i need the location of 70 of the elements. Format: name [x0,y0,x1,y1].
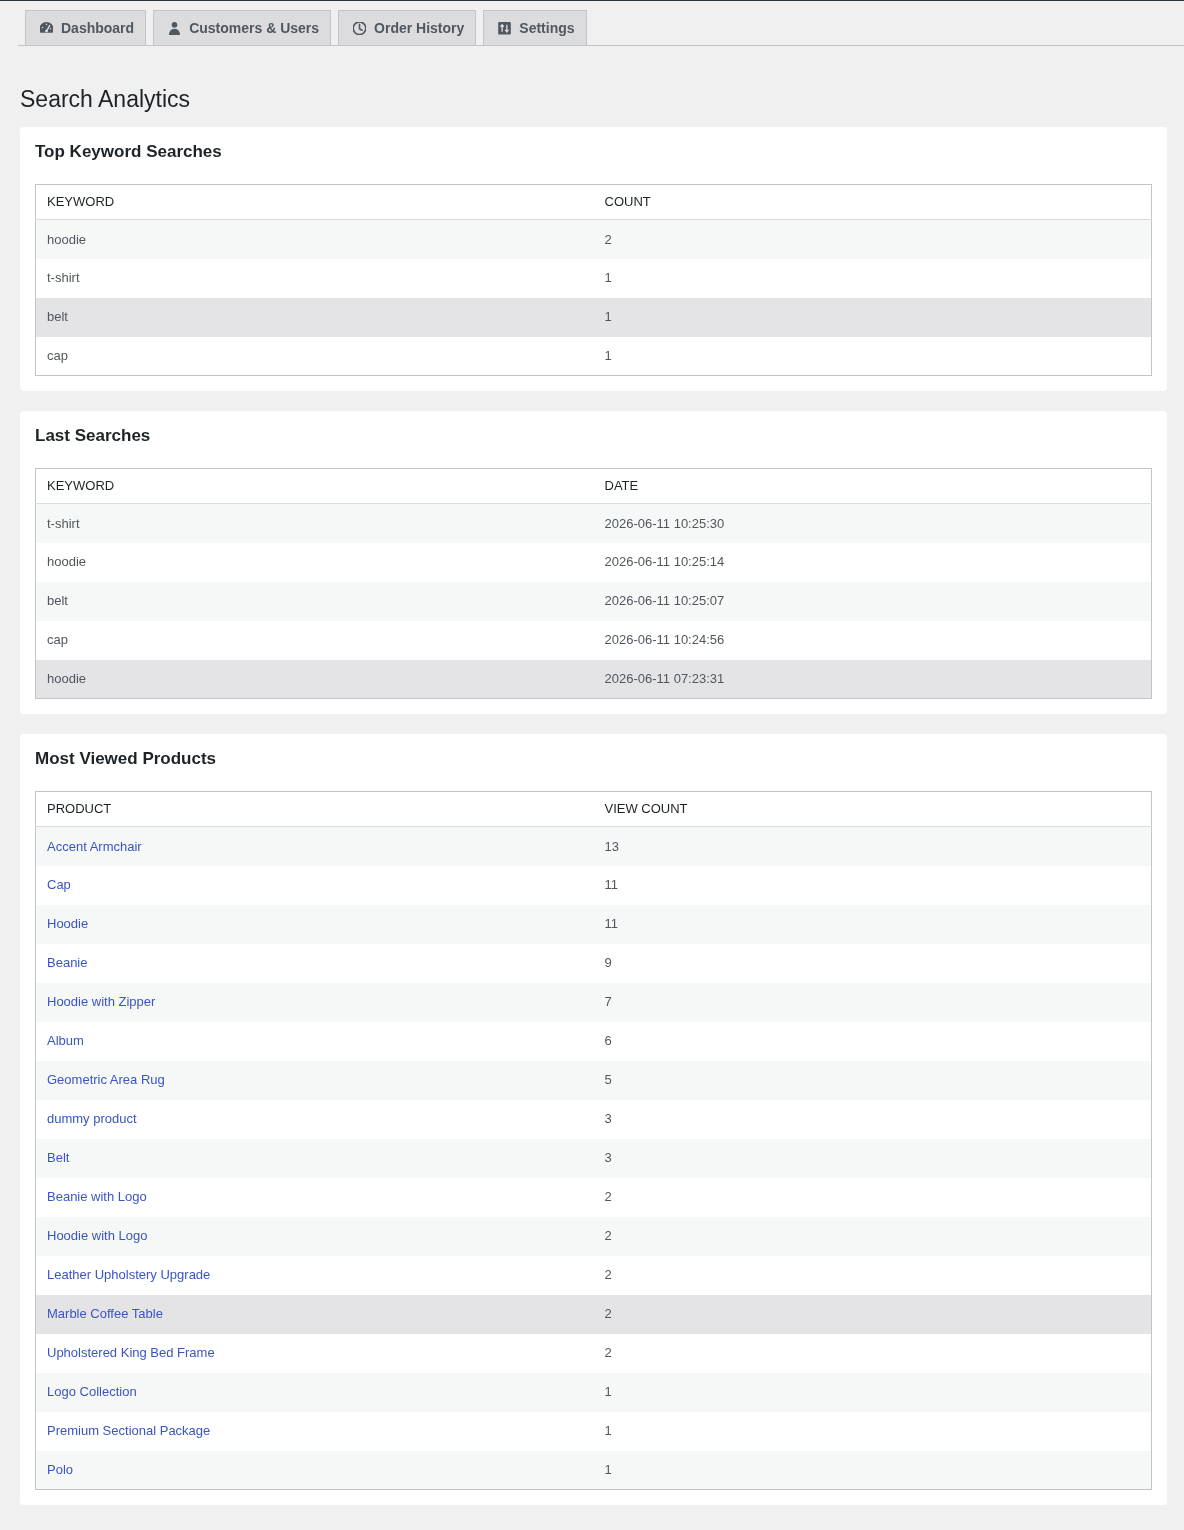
product-link[interactable]: Leather Upholstery Upgrade [47,1267,211,1283]
table-cell: 6 [593,1021,1152,1061]
product-link[interactable]: dummy product [47,1111,137,1127]
table-cell: 2026-06-11 10:24:56 [593,620,1152,660]
tab[interactable]: Customers & Users [153,10,332,45]
column-header: KEYWORD [35,184,594,220]
sliders-icon [498,21,512,35]
tab[interactable]: Order History [338,10,477,45]
product-link[interactable]: Marble Coffee Table [47,1306,163,1322]
column-header: DATE [593,468,1152,504]
product-link[interactable]: Beanie with Logo [47,1189,147,1205]
table-cell: 2026-06-11 10:25:14 [593,542,1152,582]
table-cell: 2 [593,1216,1152,1256]
table-cell: belt [35,581,594,621]
table-cell: 2026-06-11 07:23:31 [593,659,1152,699]
table-cell: 13 [593,826,1152,866]
table-cell: 2 [593,1255,1152,1295]
table-cell: 2026-06-11 10:25:30 [593,503,1152,543]
table-cell: 2 [593,1333,1152,1373]
table-cell: 1 [593,1372,1152,1412]
table-cell: 2 [593,219,1152,259]
product-link[interactable]: Beanie [47,955,88,971]
product-link[interactable]: Polo [47,1462,74,1477]
table-cell: belt [35,297,594,337]
product-link[interactable]: Premium Sectional Package [47,1423,211,1439]
table-cell: cap [35,620,594,660]
product-link[interactable]: Hoodie with Logo [47,1228,148,1244]
product-link[interactable]: Hoodie [47,916,89,932]
product-link[interactable]: Album [47,1033,84,1049]
table-cell: 9 [593,943,1152,983]
product-link[interactable]: Belt [47,1150,70,1166]
table-cell: hoodie [35,542,594,582]
table-cell: t-shirt [35,258,594,298]
tab[interactable]: Settings [483,10,587,45]
column-header: VIEW COUNT [593,791,1152,827]
table-cell: 11 [593,904,1152,944]
table-cell: 11 [593,865,1152,905]
product-link[interactable]: Logo Collection [47,1384,137,1400]
table-cell: 1 [593,297,1152,337]
column-header: COUNT [593,184,1152,220]
table-cell: 3 [593,1099,1152,1139]
person-icon [168,21,182,35]
table-cell: 1 [593,1411,1152,1451]
gauge-icon [40,21,53,35]
table-cell: 2026-06-11 10:25:07 [593,581,1152,621]
table-cell: hoodie [35,219,594,259]
product-link[interactable]: Cap [47,877,71,893]
table-cell: 2 [593,1294,1152,1334]
table-cell: t-shirt [35,503,594,543]
table-cell: 3 [593,1138,1152,1178]
table-cell: 1 [593,258,1152,298]
table-cell: 2 [593,1177,1152,1217]
clock-icon [353,21,367,35]
product-link[interactable]: Accent Armchair [47,838,142,854]
page-title: Search Analytics [20,85,192,114]
table-cell: 1 [593,336,1152,376]
tab[interactable]: Dashboard [25,10,147,45]
section-title: Last Searches [35,426,152,446]
column-header: KEYWORD [35,468,594,504]
column-header: PRODUCT [35,791,594,827]
section-title: Most Viewed Products [35,749,218,769]
table-cell: cap [35,336,594,376]
section-title: Top Keyword Searches [35,142,223,162]
table-cell: 7 [593,982,1152,1022]
table-cell: 1 [593,1450,1152,1490]
product-link[interactable]: Upholstered King Bed Frame [47,1345,215,1361]
table-cell: 5 [593,1060,1152,1100]
table-cell: hoodie [35,659,594,699]
product-link[interactable]: Hoodie with Zipper [47,994,156,1010]
product-link[interactable]: Geometric Area Rug [47,1072,165,1088]
